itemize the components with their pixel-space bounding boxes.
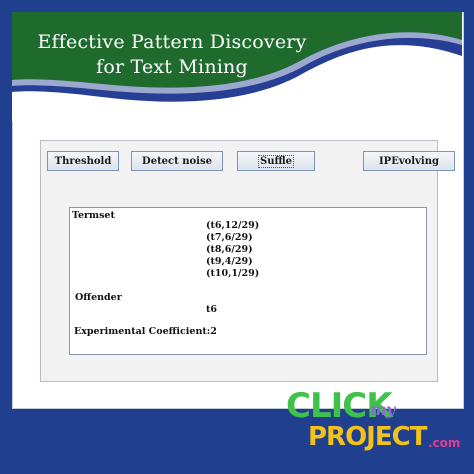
header-banner: Effective Pattern Discovery for Text Min… [12, 12, 462, 122]
output-text-area[interactable]: Termset (t6,12/29) (t7,6/29) (t8,6/29) (… [69, 207, 427, 355]
detect-noise-button[interactable]: Detect noise [131, 151, 223, 171]
term-item: (t7,6/29) [206, 232, 253, 243]
term-item: (t10,1/29) [206, 268, 260, 279]
banner-title-line2: for Text Mining [96, 56, 248, 78]
term-item: (t9,4/29) [206, 256, 253, 267]
termset-label: Termset [72, 210, 115, 221]
offender-value: t6 [206, 304, 217, 315]
offender-label: Offender [75, 292, 122, 303]
suffle-button[interactable]: Suffle [237, 151, 315, 171]
term-item: (t6,12/29) [206, 220, 260, 231]
logo-project-text: PROJECT [308, 422, 427, 452]
term-item: (t8,6/29) [206, 244, 253, 255]
logo-my-text: my [370, 400, 395, 419]
banner-title-line1: Effective Pattern Discovery [37, 31, 307, 53]
suffle-button-label: Suffle [257, 155, 295, 168]
main-panel: Threshold Detect noise Suffle IPEvolving… [40, 140, 455, 382]
ipevolving-button[interactable]: IPEvolving [363, 151, 455, 171]
clickmyproject-logo: CLICK my PROJECT .com [278, 386, 468, 464]
experimental-coefficient-label: Experimental Coefficient:2 [74, 326, 217, 337]
termset-list: (t6,12/29) (t7,6/29) (t8,6/29) (t9,4/29)… [206, 220, 259, 280]
banner-title: Effective Pattern Discovery for Text Min… [22, 30, 322, 80]
logo-com-text: .com [428, 436, 461, 450]
threshold-button[interactable]: Threshold [47, 151, 119, 171]
